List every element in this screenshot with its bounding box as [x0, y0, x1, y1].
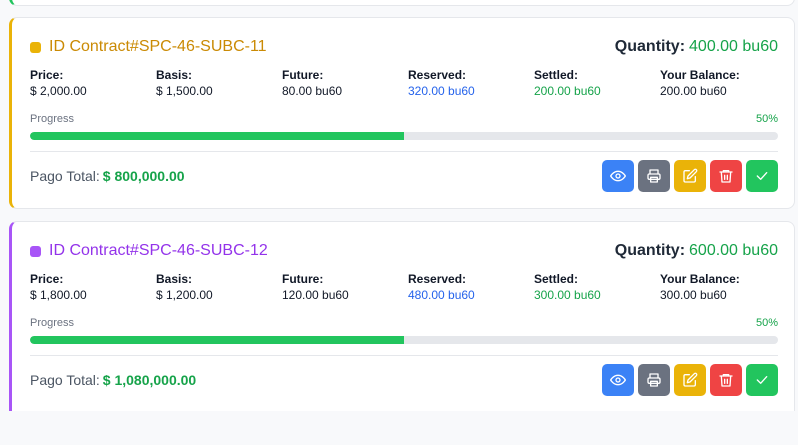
- check-icon: [756, 376, 768, 384]
- contract-id: ID Contract#SPC-46-SUBC-12: [49, 242, 268, 259]
- view-button[interactable]: [602, 160, 634, 192]
- contract-stats: Price: $ 2,000.00 Basis: $ 1,500.00 Future…: [30, 68, 790, 99]
- edit-button[interactable]: [674, 160, 706, 192]
- total-label: Pago Total:: [30, 372, 100, 388]
- stat-value: $ 2,000.00: [30, 84, 87, 98]
- stat-value: 300.00 bu60: [534, 288, 601, 302]
- divider: [30, 151, 778, 152]
- stat-price: Price: $ 2,000.00: [30, 68, 156, 99]
- stat-value: 80.00 bu60: [282, 84, 343, 98]
- stat-label: Your Balance:: [660, 272, 740, 286]
- stat-label: Basis:: [156, 272, 193, 286]
- trash-icon: [719, 374, 733, 387]
- stat-price: Price: $ 1,800.00: [30, 272, 156, 303]
- stat-value: 300.00 bu60: [660, 288, 727, 302]
- total-label: Pago Total:: [30, 168, 100, 184]
- stat-future: Future: 120.00 bu60: [282, 272, 408, 303]
- progress-percent: 50%: [755, 113, 778, 125]
- approve-button[interactable]: [746, 364, 778, 396]
- stat-value: 480.00 bu60: [408, 288, 475, 302]
- stat-value: 200.00 bu60: [660, 84, 727, 98]
- stat-basis: Basis: $ 1,200.00: [156, 272, 282, 303]
- quantity: Quantity: 400.00 bu60: [615, 38, 778, 56]
- total-value: $ 1,080,000.00: [102, 372, 197, 388]
- contract-title: ID Contract#SPC-46-SUBC-12: [30, 242, 268, 260]
- print-button[interactable]: [638, 364, 670, 396]
- delete-button[interactable]: [710, 160, 742, 192]
- stat-settled: Settled: 200.00 bu60: [534, 68, 660, 99]
- quantity-label: Quantity:: [614, 242, 686, 259]
- progress-bar: [30, 336, 778, 344]
- progress-label: Progress: [30, 113, 75, 125]
- check-icon: [756, 172, 768, 180]
- action-buttons: [602, 364, 778, 396]
- approve-button[interactable]: [746, 160, 778, 192]
- progress-fill: [30, 132, 404, 140]
- contract-id: ID Contract#SPC-46-SUBC-11: [49, 38, 267, 55]
- stat-label: Your Balance:: [660, 68, 740, 82]
- progress-header: Progress 50%: [30, 317, 778, 329]
- total: Pago Total: $ 1,080,000.00: [30, 372, 196, 388]
- progress-bar: [30, 132, 778, 140]
- total: Pago Total: $ 800,000.00: [30, 168, 185, 184]
- stat-label: Settled:: [534, 272, 579, 286]
- stat-value: $ 1,500.00: [156, 84, 213, 98]
- contract-color-dot: [30, 245, 41, 257]
- divider: [30, 355, 778, 356]
- progress-percent: 50%: [755, 317, 778, 329]
- quantity-label: Quantity:: [614, 38, 686, 55]
- stat-label: Basis:: [156, 68, 193, 82]
- contract-card: ID Contract#SPC-46-SUBC-11 Quantity: 400.…: [9, 17, 795, 209]
- view-button[interactable]: [602, 364, 634, 396]
- edit-icon: [683, 168, 698, 183]
- stat-value: 200.00 bu60: [534, 84, 601, 98]
- total-value: $ 800,000.00: [102, 168, 185, 184]
- print-button[interactable]: [638, 160, 670, 192]
- stat-label: Future:: [282, 68, 324, 82]
- printer-icon: [647, 169, 661, 183]
- stat-settled: Settled: 300.00 bu60: [534, 272, 660, 303]
- printer-icon: [647, 373, 661, 387]
- stat-reserved: Reserved: 320.00 bu60: [408, 68, 534, 99]
- contract-stats: Price: $ 1,800.00 Basis: $ 1,200.00 Future…: [30, 272, 790, 303]
- delete-button[interactable]: [710, 364, 742, 396]
- quantity: Quantity: 600.00 bu60: [615, 242, 778, 260]
- quantity-value: 400.00 bu60: [689, 38, 778, 55]
- stat-value: $ 1,200.00: [156, 288, 213, 302]
- previous-contract-card: [9, 0, 795, 6]
- stat-value: $ 1,800.00: [30, 288, 87, 302]
- stat-value: 320.00 bu60: [408, 84, 475, 98]
- action-buttons: [602, 160, 778, 192]
- edit-icon: [683, 372, 698, 387]
- contract-card: ID Contract#SPC-46-SUBC-12 Quantity: 600.…: [9, 221, 795, 411]
- stat-label: Reserved:: [408, 272, 467, 286]
- eye-icon: [610, 170, 626, 182]
- stat-label: Reserved:: [408, 68, 467, 82]
- trash-icon: [719, 170, 733, 183]
- stat-reserved: Reserved: 480.00 bu60: [408, 272, 534, 303]
- stat-basis: Basis: $ 1,500.00: [156, 68, 282, 99]
- quantity-value: 600.00 bu60: [689, 242, 778, 259]
- contract-color-dot: [30, 41, 41, 53]
- progress-header: Progress 50%: [30, 113, 778, 125]
- eye-icon: [610, 374, 626, 386]
- stat-label: Future:: [282, 272, 324, 286]
- stat-balance: Your Balance: 200.00 bu60: [660, 68, 786, 99]
- stat-label: Price:: [30, 68, 64, 82]
- stat-label: Price:: [30, 272, 64, 286]
- progress-label: Progress: [30, 317, 75, 329]
- edit-button[interactable]: [674, 364, 706, 396]
- contract-title: ID Contract#SPC-46-SUBC-11: [30, 38, 267, 56]
- stat-future: Future: 80.00 bu60: [282, 68, 408, 99]
- stat-value: 120.00 bu60: [282, 288, 349, 302]
- stat-label: Settled:: [534, 68, 579, 82]
- progress-fill: [30, 336, 404, 344]
- stat-balance: Your Balance: 300.00 bu60: [660, 272, 786, 303]
